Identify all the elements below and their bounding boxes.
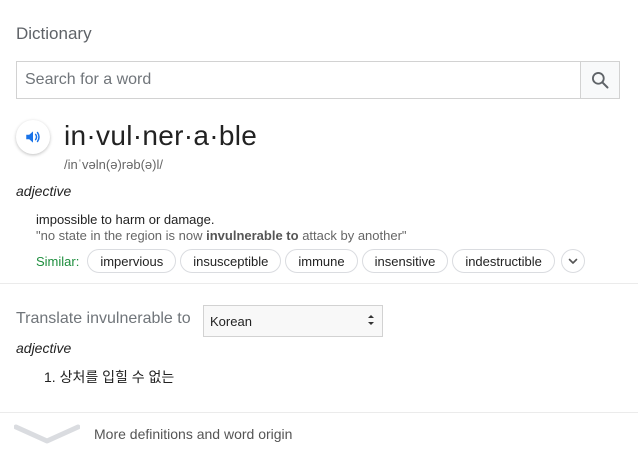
- chevron-down-icon: [568, 258, 578, 264]
- dictionary-title: Dictionary: [16, 24, 92, 43]
- similar-chip-immune[interactable]: immune: [285, 249, 358, 273]
- more-similar-button[interactable]: [560, 249, 585, 273]
- translate-label: Translate invulnerable to: [16, 310, 191, 327]
- dictionary-card: Dictionary in·vul·ner·a·ble /inˈvəln(ə)r…: [0, 0, 638, 454]
- example-sentence: "no state in the region is now invulnera…: [36, 228, 407, 243]
- example-text-before: "no state in the region is now: [36, 228, 207, 243]
- footer-divider: [0, 412, 638, 413]
- more-definitions-label: More definitions and word origin: [94, 426, 293, 442]
- part-of-speech: adjective: [16, 183, 72, 199]
- headword: in·vul·ner·a·ble: [64, 120, 258, 151]
- pronunciation: /inˈvəln(ə)rəb(ə)l/: [64, 157, 163, 172]
- translation-part-of-speech: adjective: [16, 340, 72, 356]
- speaker-icon: [26, 131, 40, 143]
- search-box: [16, 61, 620, 99]
- similar-chip-insusceptible[interactable]: insusceptible: [180, 249, 282, 273]
- similar-label: Similar:: [36, 253, 80, 269]
- similar-chip-indestructible[interactable]: indestructible: [452, 249, 555, 273]
- language-select[interactable]: Korean: [203, 305, 383, 337]
- definition: impossible to harm or damage.: [36, 212, 215, 227]
- pronounce-button[interactable]: [16, 120, 50, 154]
- more-definitions-link[interactable]: More definitions and word origin: [0, 418, 638, 450]
- expand-chevron-icon: [14, 424, 80, 444]
- search-button[interactable]: [580, 62, 619, 98]
- search-icon: [592, 72, 609, 89]
- section-divider: [0, 283, 638, 284]
- search-input[interactable]: [17, 62, 582, 98]
- similar-chip-impervious[interactable]: impervious: [87, 249, 177, 273]
- similar-words-row: Similar: impervious insusceptible immune…: [36, 249, 585, 273]
- example-highlight: invulnerable to: [206, 228, 299, 243]
- example-text-after: attack by another": [298, 228, 407, 243]
- translation-item: 1. 상처를 입힐 수 없는: [44, 369, 175, 385]
- similar-chip-insensitive[interactable]: insensitive: [361, 249, 449, 273]
